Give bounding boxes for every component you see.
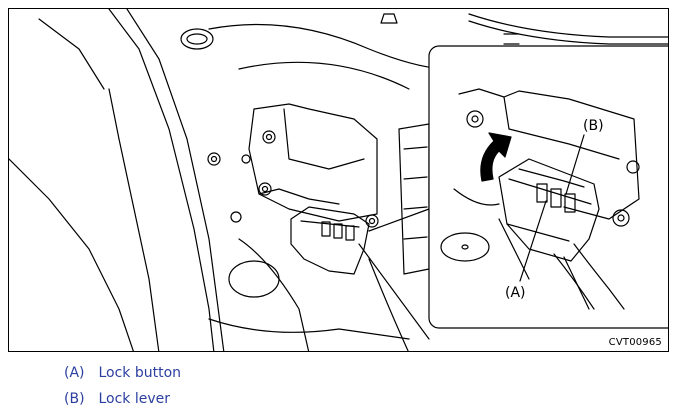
engine-bay-illustration: (B) (A) — [9, 9, 668, 351]
legend-text: Lock button — [98, 365, 182, 381]
legend-key: (A) — [64, 365, 85, 381]
callout-a: (A) — [505, 285, 526, 301]
legend-key: (B) — [64, 391, 85, 407]
brake-lines — [468, 13, 668, 38]
figure-code: CVT00965 — [608, 337, 662, 348]
legend-text: Lock lever — [98, 391, 170, 407]
bracket-bolt — [262, 130, 276, 144]
diagram-figure: (B) (A) CVT00965 — [8, 8, 669, 352]
strut-tower-panel — [108, 9, 215, 351]
bolt — [207, 152, 221, 166]
rubber-plug — [180, 28, 214, 50]
callout-b: (B) — [583, 118, 604, 134]
inset-frame — [428, 45, 668, 329]
tcm-bracket — [248, 103, 378, 222]
legend-item-lock-lever: (B) Lock lever — [64, 391, 170, 407]
legend-item-lock-button: (A) Lock button — [64, 365, 181, 381]
